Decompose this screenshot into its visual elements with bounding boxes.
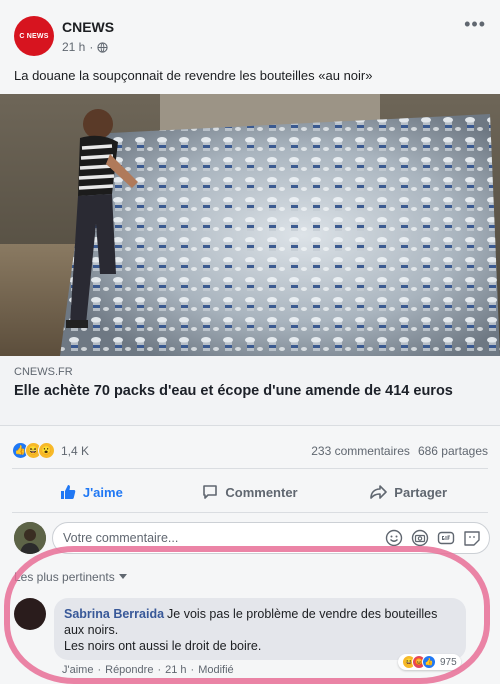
link-title[interactable]: Elle achète 70 packs d'eau et écope d'un… <box>14 382 484 401</box>
gif-icon[interactable] <box>437 529 455 547</box>
post-meta: 21 h · <box>62 40 108 54</box>
wow-reaction-icon: 😮 <box>38 442 55 459</box>
stats-right: 233 commentaires 686 partages <box>311 444 488 458</box>
comment-like-link[interactable]: J'aime <box>62 664 93 676</box>
post-card: C NEWS CNEWS 21 h · ••• La douane la sou… <box>0 0 500 684</box>
globe-icon <box>97 41 108 53</box>
sort-label: Les plus pertinents <box>14 570 115 584</box>
post-text: La douane la soupçonnait de revendre les… <box>14 68 373 83</box>
like-button[interactable]: J'aime <box>12 474 171 510</box>
comment-actions-dot: · <box>97 664 102 676</box>
comment-actions-dot: · <box>190 664 195 676</box>
reactions-count: 1,4 K <box>61 443 90 458</box>
post-photo[interactable] <box>0 94 500 356</box>
user-avatar[interactable] <box>14 522 46 554</box>
comments-count-link[interactable]: 233 commentaires <box>311 444 410 458</box>
post-stats: 👍 😆 😮 1,4 K 233 commentaires 686 partage… <box>12 440 488 462</box>
link-domain: CNEWS.FR <box>14 366 73 378</box>
post-time[interactable]: 21 h <box>62 40 85 54</box>
comment-label: Commenter <box>225 484 298 500</box>
share-arrow-icon <box>370 485 388 499</box>
comment-button[interactable]: Commenter <box>171 474 330 510</box>
post-header: C NEWS CNEWS 21 h · ••• <box>12 14 488 58</box>
logo-text: C NEWS <box>19 32 49 40</box>
comment-text-line2: Les noirs ont aussi le droit de boire. <box>64 639 262 653</box>
share-button[interactable]: Partager <box>329 474 488 510</box>
page-name[interactable]: CNEWS <box>62 19 114 35</box>
water-bottles-photo <box>0 94 500 356</box>
more-options-icon[interactable]: ••• <box>464 14 486 35</box>
comment-edited-label: Modifié <box>198 664 234 676</box>
comment-bubble: Sabrina Berraida Je vois pas le problème … <box>54 598 466 660</box>
user-avatar-image <box>14 522 46 554</box>
commenter-avatar[interactable] <box>14 598 46 630</box>
divider <box>12 468 488 469</box>
link-preview[interactable]: CNEWS.FR Elle achète 70 packs d'eau et é… <box>0 356 500 426</box>
shares-count-link[interactable]: 686 partages <box>418 444 488 458</box>
like-label: J'aime <box>82 484 123 500</box>
sticker-icon[interactable] <box>463 529 481 547</box>
comment-sort-dropdown[interactable]: Les plus pertinents <box>14 570 127 584</box>
comment-actions-dot: · <box>157 664 162 676</box>
page-avatar[interactable]: C NEWS <box>14 16 54 56</box>
comment-actions: J'aime · Répondre · 21 h · Modifié <box>62 664 234 676</box>
thumbs-up-icon <box>60 485 76 499</box>
comment-time[interactable]: 21 h <box>165 664 186 676</box>
comment-author[interactable]: Sabrina Berraida <box>64 607 164 621</box>
comment-reactions-count: 975 <box>440 656 457 668</box>
divider <box>12 512 488 513</box>
camera-icon[interactable] <box>411 529 429 547</box>
share-label: Partager <box>394 484 448 500</box>
speech-bubble-icon <box>203 485 218 499</box>
comment-reactions[interactable]: 😆 😡 👍 975 <box>398 654 461 670</box>
reactions-summary[interactable]: 👍 😆 😮 1,4 K <box>12 442 89 459</box>
action-bar: J'aime Commenter Partager <box>12 474 488 510</box>
caret-down-icon <box>118 574 127 579</box>
emoji-icon[interactable] <box>385 529 403 547</box>
comment-composer <box>52 522 490 554</box>
comment-reply-link[interactable]: Répondre <box>105 664 153 676</box>
composer-icons <box>385 529 481 547</box>
comment-input[interactable] <box>63 523 393 553</box>
meta-separator: · <box>89 40 94 54</box>
like-reaction-icon: 👍 <box>422 655 436 669</box>
